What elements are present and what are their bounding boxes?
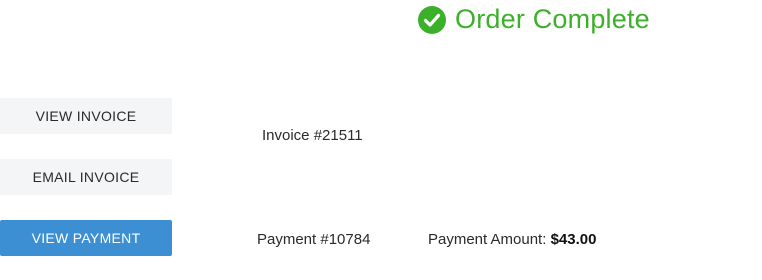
payment-amount: Payment Amount: $43.00 (428, 231, 596, 248)
page-title: Order Complete (455, 4, 650, 34)
view-payment-button[interactable]: VIEW PAYMENT (0, 220, 172, 256)
order-complete-header: Order Complete (418, 4, 650, 35)
invoice-number: Invoice #21511 (262, 127, 363, 144)
payment-number: Payment #10784 (257, 231, 371, 248)
payment-amount-label: Payment Amount: (428, 231, 547, 248)
check-circle-icon (418, 5, 446, 34)
email-invoice-button[interactable]: EMAIL INVOICE (0, 159, 172, 195)
payment-amount-value: $43.00 (550, 231, 597, 248)
view-invoice-button[interactable]: VIEW INVOICE (0, 98, 172, 134)
